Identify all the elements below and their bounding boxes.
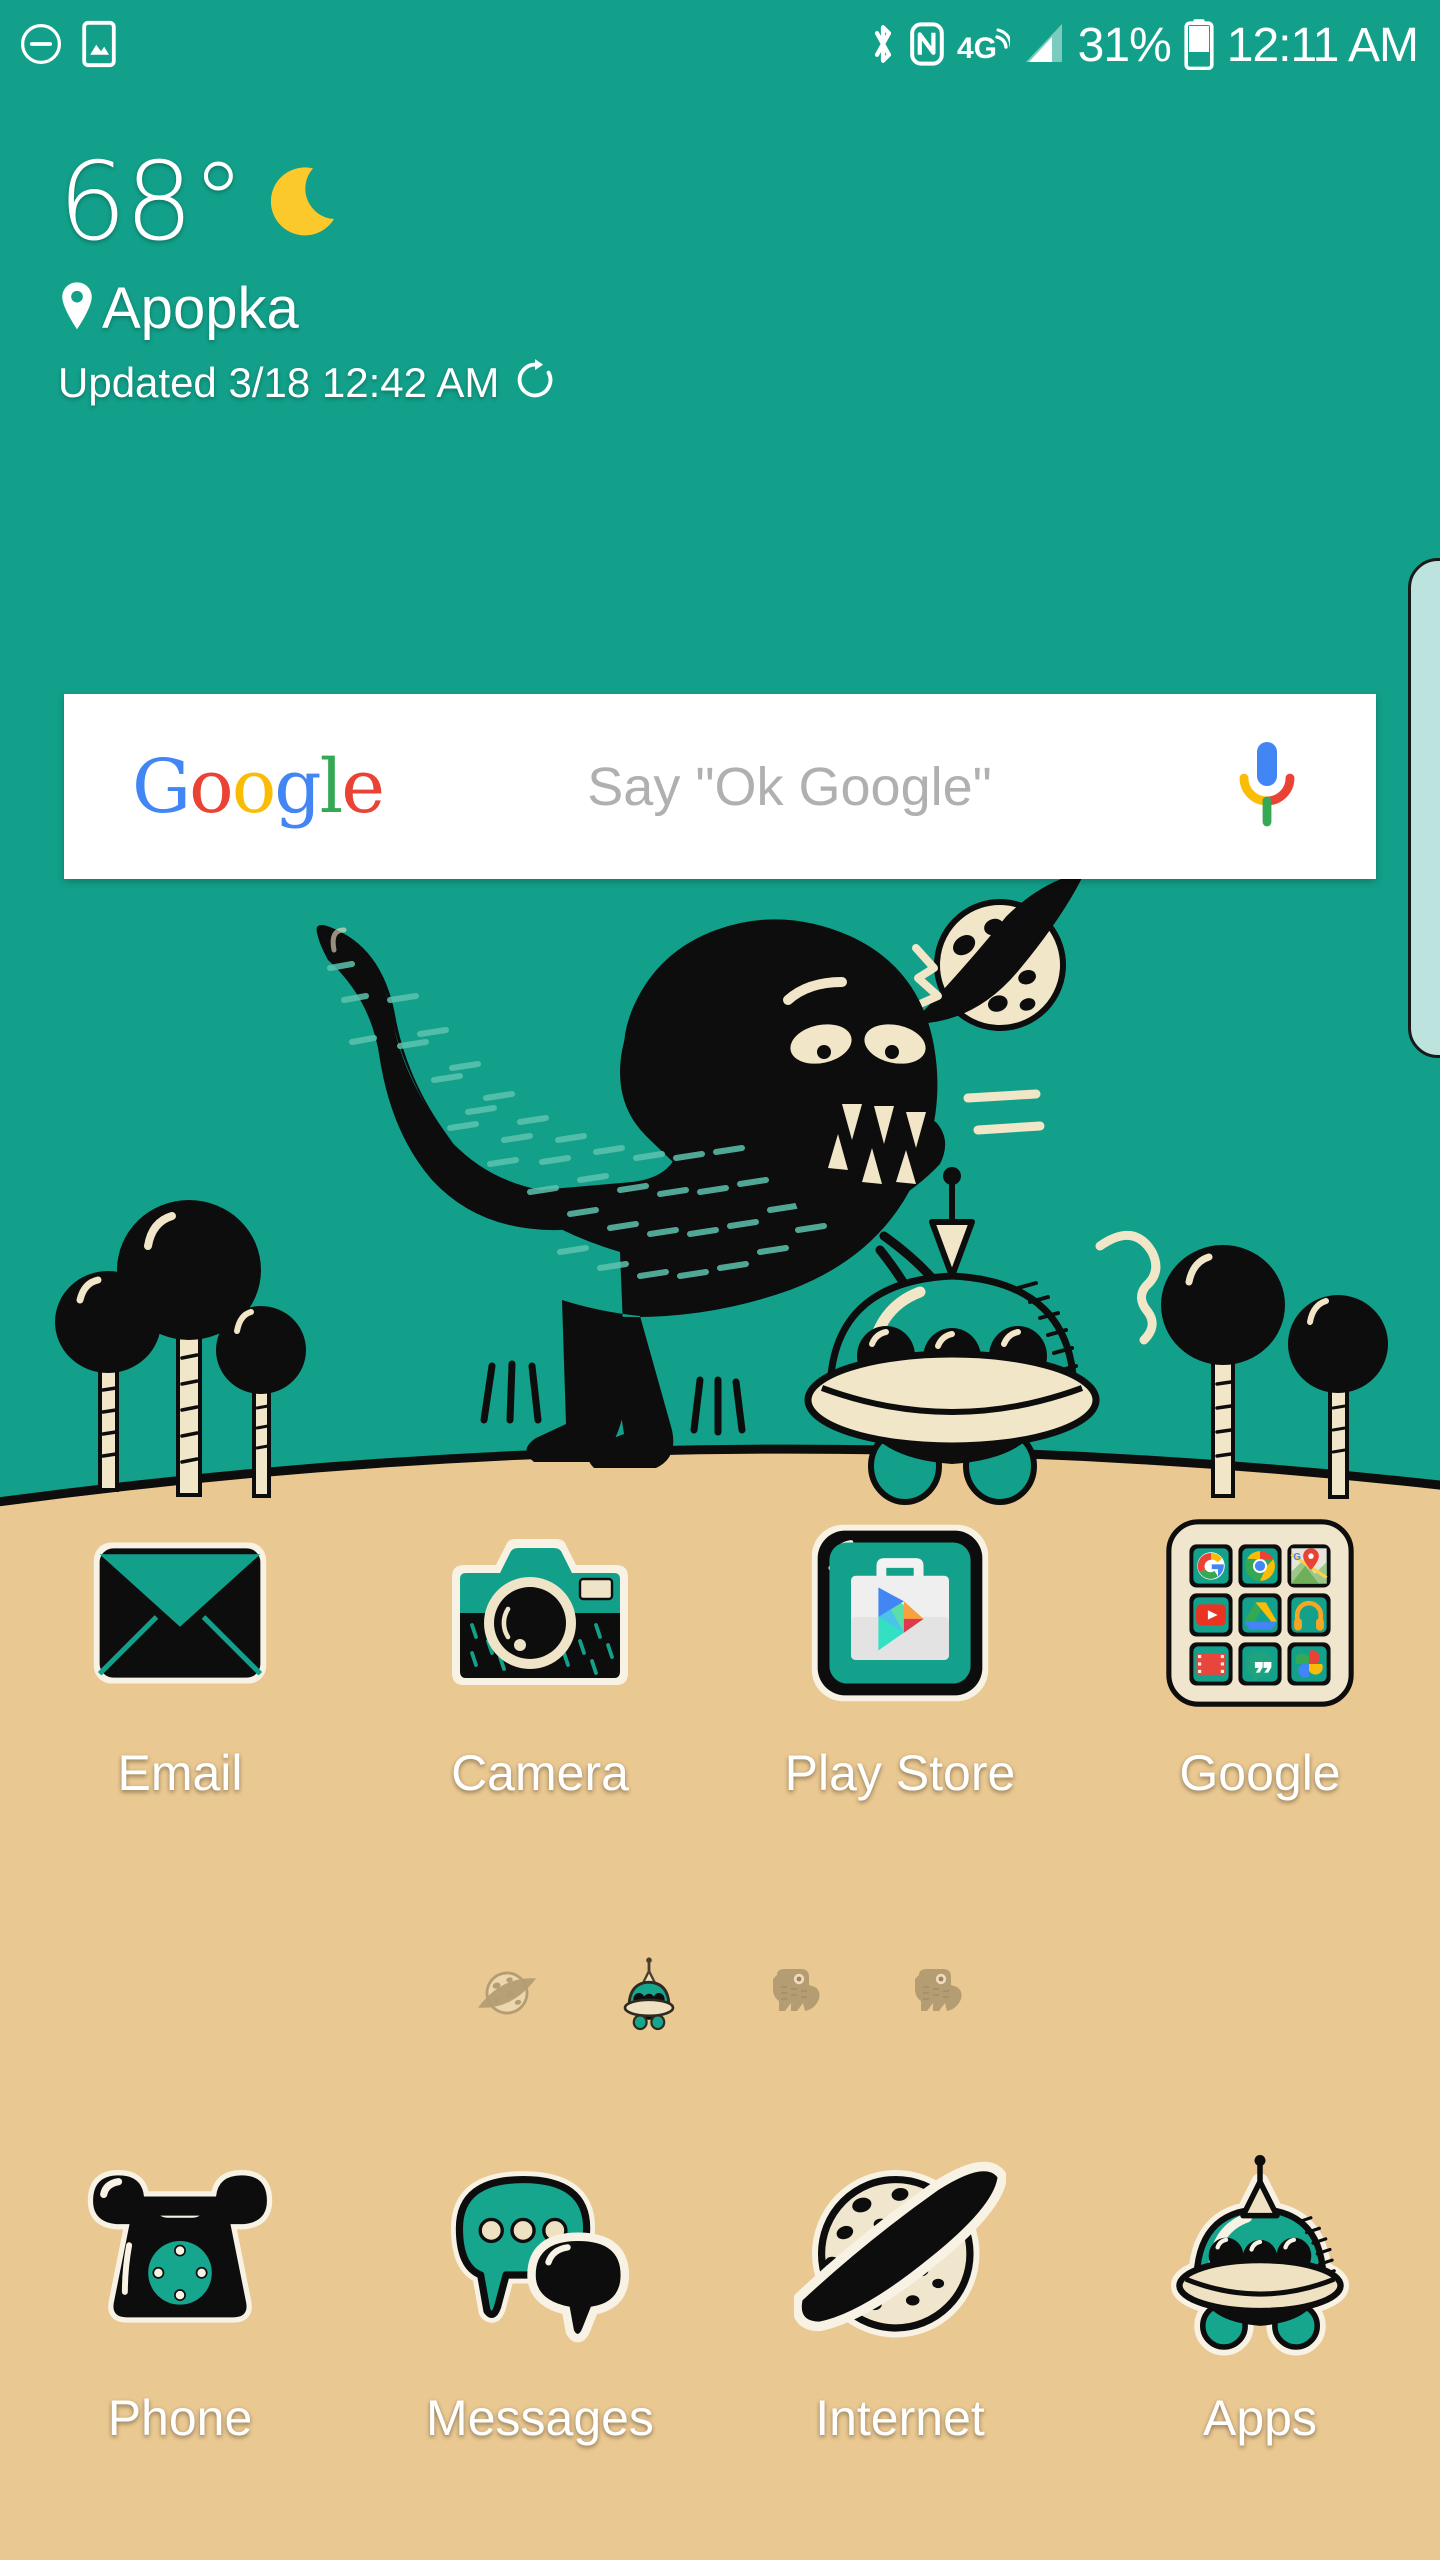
dock-messages[interactable]: Messages bbox=[360, 2150, 720, 2447]
signal-strength-icon bbox=[1021, 20, 1067, 73]
play-store-icon bbox=[795, 1508, 1005, 1718]
screenshot-captured-icon bbox=[80, 20, 118, 73]
nfc-icon bbox=[909, 20, 945, 73]
weather-updated-row: Updated 3/18 12:42 AM bbox=[58, 358, 557, 407]
rotary-phone-icon bbox=[73, 2150, 288, 2365]
camera-icon bbox=[435, 1508, 645, 1718]
weather-city: Apopka bbox=[102, 275, 299, 341]
app-label: Email bbox=[117, 1745, 243, 1801]
weather-updated-label: Updated 3/18 12:42 AM bbox=[58, 358, 500, 406]
search-input-placeholder[interactable]: Say "Ok Google" bbox=[343, 756, 1236, 818]
google-folder-icon: G bbox=[1155, 1508, 1365, 1718]
email-icon bbox=[75, 1508, 285, 1718]
app-camera[interactable]: Camera bbox=[360, 1508, 720, 1802]
mobile-data-4g-icon: 4G bbox=[956, 20, 1013, 73]
google-search-bar[interactable]: G o o g l e Say "Ok Google" bbox=[64, 694, 1376, 879]
battery-percent-label: 31% bbox=[1077, 19, 1172, 72]
page-dot-alien[interactable] bbox=[611, 1955, 687, 2031]
refresh-icon[interactable] bbox=[513, 358, 557, 407]
app-label: Google bbox=[1179, 1745, 1341, 1801]
weather-widget[interactable]: 68° Apopka Updated 3/18 12:42 AM bbox=[58, 140, 557, 407]
microphone-icon[interactable] bbox=[1236, 738, 1298, 835]
app-label: Messages bbox=[426, 2390, 654, 2446]
google-logo-letter: o bbox=[231, 743, 277, 830]
page-indicator bbox=[0, 1955, 1440, 2031]
google-logo-letter: l bbox=[319, 743, 344, 830]
status-bar-left-icons bbox=[18, 20, 118, 73]
dock-phone[interactable]: Phone bbox=[0, 2150, 360, 2447]
home-screen: 4G 31% 12:11 AM 68° Apopka Updated 3/18 … bbox=[0, 0, 1440, 2560]
ringed-planet-icon bbox=[793, 2150, 1008, 2365]
ufo-alien-icon bbox=[1153, 2150, 1368, 2365]
battery-icon bbox=[1182, 18, 1216, 75]
edge-panel-handle[interactable] bbox=[1408, 558, 1440, 1058]
app-grid-row: Email Camera Play Store G Google bbox=[0, 1508, 1440, 1802]
svg-text:G: G bbox=[1293, 1552, 1301, 1563]
app-google-folder[interactable]: G Google bbox=[1080, 1508, 1440, 1802]
app-label: Camera bbox=[451, 1745, 629, 1801]
app-label: Play Store bbox=[784, 1745, 1016, 1801]
dock: Phone Messages Internet Apps bbox=[0, 2150, 1440, 2447]
do-not-disturb-icon bbox=[18, 21, 64, 72]
google-logo-letter: o bbox=[189, 743, 234, 830]
svg-text:4G: 4G bbox=[957, 32, 997, 65]
google-logo-letter: G bbox=[132, 743, 191, 830]
speech-bubbles-icon bbox=[433, 2150, 648, 2365]
weather-temperature: 68° bbox=[58, 140, 245, 266]
dock-internet[interactable]: Internet bbox=[720, 2150, 1080, 2447]
page-dot-dino-1[interactable] bbox=[753, 1955, 829, 2031]
app-play-store[interactable]: Play Store bbox=[720, 1508, 1080, 1802]
page-dot-dino-2[interactable] bbox=[895, 1955, 971, 2031]
app-email[interactable]: Email bbox=[0, 1508, 360, 1802]
app-label: Apps bbox=[1203, 2390, 1317, 2446]
dock-apps[interactable]: Apps bbox=[1080, 2150, 1440, 2447]
app-label: Internet bbox=[815, 2390, 985, 2446]
status-bar[interactable]: 4G 31% 12:11 AM bbox=[0, 0, 1440, 92]
moon-icon bbox=[261, 156, 357, 257]
clock-label: 12:11 AM bbox=[1226, 19, 1419, 72]
weather-temperature-row: 68° bbox=[58, 140, 557, 266]
bluetooth-icon bbox=[868, 20, 898, 73]
location-pin-icon bbox=[58, 279, 96, 338]
app-label: Phone bbox=[107, 2390, 253, 2446]
weather-location-row: Apopka bbox=[58, 279, 557, 338]
page-dot-planet[interactable] bbox=[469, 1955, 545, 2031]
google-logo-letter: g bbox=[274, 743, 321, 830]
status-bar-right: 4G 31% 12:11 AM bbox=[868, 18, 1419, 75]
